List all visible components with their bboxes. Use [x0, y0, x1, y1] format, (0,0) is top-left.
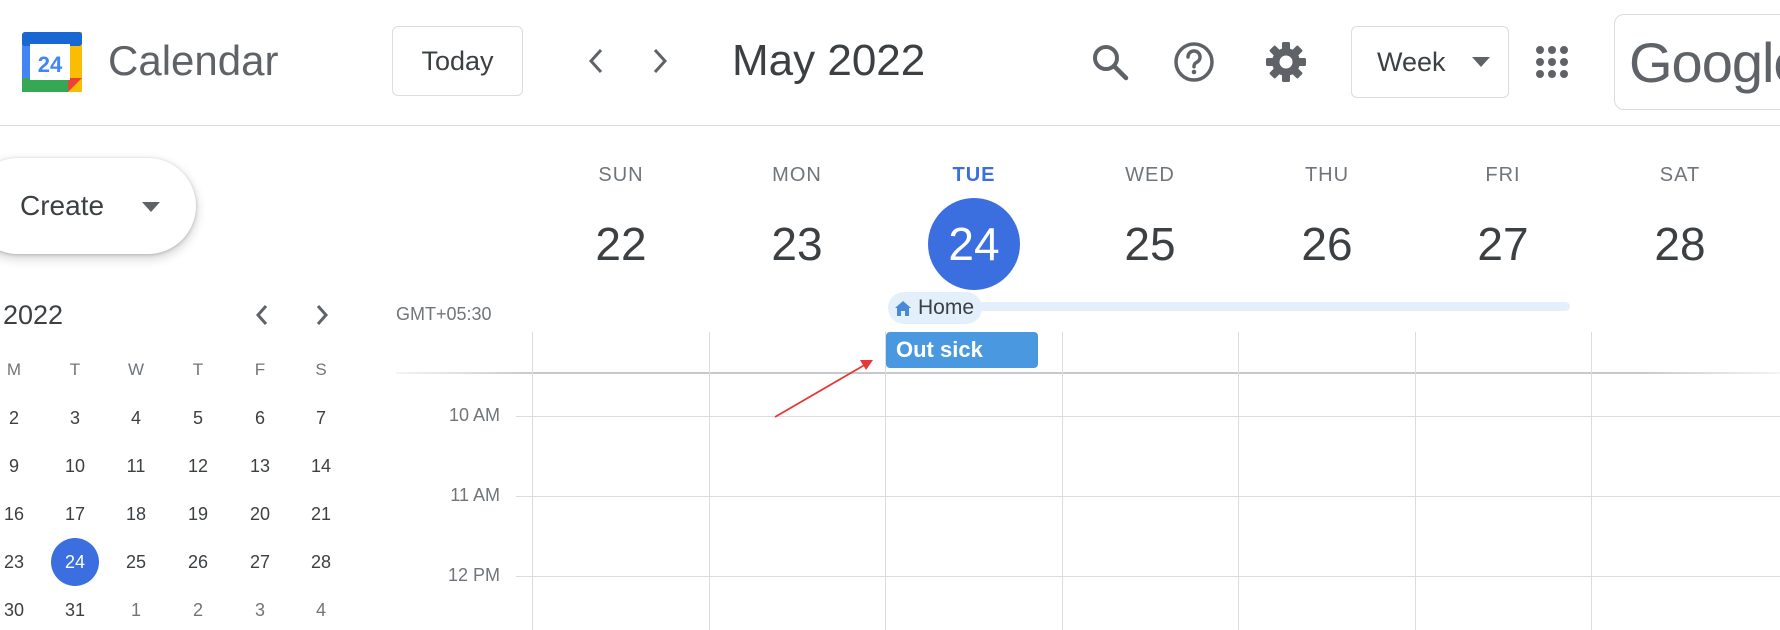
annotation-arrow: [774, 360, 873, 418]
calendar-app: 24 Calendar Today May 2022 Week Googl Cr…: [0, 0, 1780, 630]
